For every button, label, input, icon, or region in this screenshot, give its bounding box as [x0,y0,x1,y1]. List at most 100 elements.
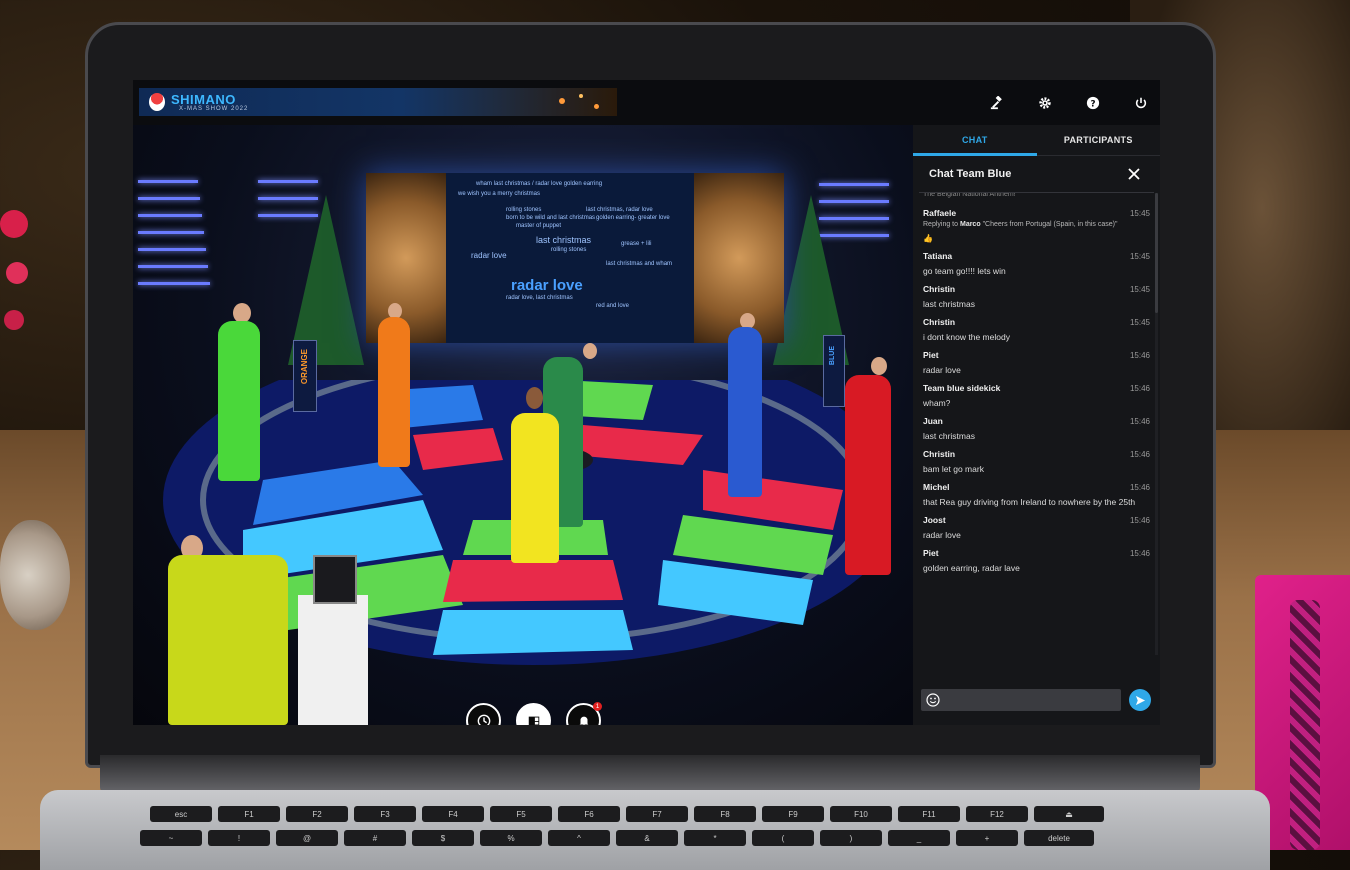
gear-icon[interactable] [1034,92,1056,114]
keyboard-key[interactable]: # [344,830,406,846]
stage-light [138,265,208,268]
keyboard-key[interactable]: @ [276,830,338,846]
podium-label: BLUE [829,346,836,366]
chat-message-input[interactable] [921,689,1121,711]
keyboard-key[interactable]: delete [1024,830,1094,846]
keyboard-key[interactable]: % [480,830,542,846]
message-text: last christmas [923,431,975,441]
keyboard-key[interactable]: $ [412,830,474,846]
reply-prefix: Replying to [923,221,959,228]
keyboard-key[interactable]: * [684,830,746,846]
keyboard-function-row: esc F1 F2 F3 F4 F5 F6 F7 F8 F9 F10 F11 F12 ⏏ [150,806,1104,822]
emoji-icon[interactable] [926,693,940,707]
keyboard-key[interactable]: F11 [898,806,960,822]
chat-message: Juan 15:46 last christmas [923,416,1150,442]
message-time: 15:46 [1129,483,1150,492]
person-head [233,303,251,323]
word-cloud-word: radar love [471,251,507,260]
ornament-bauble [6,262,28,284]
keyboard-key[interactable]: F10 [830,806,892,822]
power-icon[interactable] [1130,92,1152,114]
message-text: go team go!!!! lets win [923,266,1006,276]
message-author: Team blue sidekick [923,383,1001,393]
keyboard-key[interactable]: ~ [140,830,202,846]
laptop-screen: SHIMANO X-MAS SHOW 2022 ? wham last chri… [133,80,1160,725]
clock-button[interactable] [466,703,501,725]
keyboard-key[interactable]: F4 [422,806,484,822]
keyboard-key[interactable]: ( [752,830,814,846]
keyboard-key[interactable]: F2 [286,806,348,822]
message-text: radar love [923,365,961,375]
chat-header: Chat Team Blue [919,156,1154,193]
tinsel-decoration [694,173,784,343]
keyboard-key[interactable]: F9 [762,806,824,822]
stage-light [819,183,889,186]
stage-light [138,197,200,200]
message-time: 15:46 [1129,384,1150,393]
chat-scrollbar[interactable] [1155,193,1158,655]
keyboard-key[interactable]: F3 [354,806,416,822]
stage-light [138,231,204,234]
chat-message: Christin 15:45 last christmas [923,284,1150,310]
gavel-icon[interactable] [986,92,1008,114]
chat-message-list[interactable]: The Belgian National Anthem! Raffaele 15:… [913,193,1160,655]
keyboard-key[interactable]: F12 [966,806,1028,822]
reply-quote: "Cheers from Portugal (Spain, in this ca… [982,221,1118,228]
gift-ribbon [1290,600,1320,850]
keyboard-key[interactable]: + [956,830,1018,846]
message-time: 15:45 [1129,209,1150,218]
word-cloud-screen: wham last christmas / radar love golden … [366,173,784,343]
chat-message: Team blue sidekick 15:46 wham? [923,383,1150,409]
keyboard-key[interactable]: F7 [626,806,688,822]
notifications-button[interactable]: 1 [566,702,602,725]
keyboard-key[interactable]: F6 [558,806,620,822]
message-text: that Rea guy driving from Ireland to now… [923,497,1136,507]
send-button[interactable] [1129,689,1151,711]
message-text: golden earring, radar lave [923,563,1020,573]
keyboard-key[interactable]: F8 [694,806,756,822]
close-chat-button[interactable] [1128,168,1140,180]
message-text: last christmas [923,299,975,309]
tab-chat[interactable]: CHAT [913,125,1037,156]
scroll-thumb[interactable] [1155,193,1158,313]
truncated-message: The Belgian National Anthem! [923,193,1016,198]
keyboard-key[interactable]: ! [208,830,270,846]
keyboard-key[interactable]: F1 [218,806,280,822]
ornament-bauble [4,310,24,330]
message-text: wham? [923,398,951,408]
keyboard-key[interactable]: ⏏ [1034,806,1104,822]
chat-title: Chat Team Blue [929,168,1012,180]
word-cloud-word: we wish you a merry christmas [458,191,541,197]
person-orange-suit [378,317,410,467]
podium-label: ORANGE [300,349,309,385]
keyboard-key[interactable]: F5 [490,806,552,822]
ornament-bauble [0,210,28,238]
chat-message: Christin 15:46 bam let go mark [923,449,1150,475]
word-cloud-word: radar love, last christmas [506,295,573,301]
stage-light [258,180,318,183]
person-green-suit [218,321,260,481]
chat-message: Piet 15:46 golden earring, radar lave [923,548,1150,574]
keyboard-key[interactable]: ^ [548,830,610,846]
help-icon[interactable]: ? [1082,92,1104,114]
chat-message: Raffaele 15:45 Replying to Marco "Cheers … [923,208,1150,244]
keyboard-key[interactable]: & [616,830,678,846]
tinsel-decoration [366,173,446,343]
video-stage[interactable]: wham last christmas / radar love golden … [133,125,913,725]
keyboard-key[interactable]: ) [820,830,882,846]
message-text: radar love [923,530,961,540]
layout-button[interactable] [516,703,551,725]
tab-participants[interactable]: PARTICIPANTS [1037,125,1161,155]
santa-icon [149,93,165,111]
message-author: Michel [923,482,950,492]
side-panel: CHAT PARTICIPANTS Chat Team Blue The Bel… [913,125,1160,725]
word-cloud-word: last christmas, radar love [586,207,653,213]
keyboard-key[interactable]: _ [888,830,950,846]
word-cloud-word: rolling stones [506,207,542,213]
person-blue-suit [728,327,762,497]
message-author: Piet [923,350,939,360]
reply-target: Marco [959,221,981,228]
word-cloud-word: golden earring- greater love [596,215,670,221]
keyboard-key[interactable]: esc [150,806,212,822]
message-text: bam let go mark [923,464,984,474]
